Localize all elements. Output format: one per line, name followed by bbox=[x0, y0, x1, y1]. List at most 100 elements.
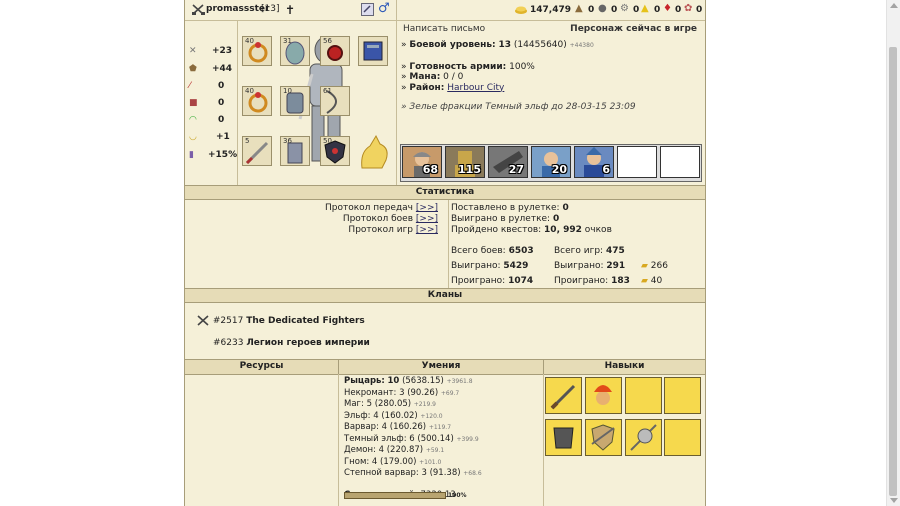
equip-slot-boots[interactable]: 36 bbox=[280, 136, 310, 166]
stat-morale: ◡ +1 bbox=[189, 132, 230, 142]
game-gold-stats: ▰ 266 ▰ 40 bbox=[641, 261, 668, 286]
ability-steppe-barbarian: Степной варвар: 3 (91.38) +68.6 bbox=[344, 468, 482, 478]
skill-empty-2[interactable] bbox=[664, 377, 701, 414]
ore-icon: ● bbox=[598, 3, 607, 14]
skill-sword[interactable] bbox=[545, 377, 582, 414]
sulfur-amount: 0 bbox=[654, 5, 661, 15]
clan-item[interactable]: #2517 The Dedicated Fighters bbox=[197, 315, 365, 326]
equip-slot-ring2[interactable]: 40 bbox=[242, 86, 272, 116]
skill-armor[interactable] bbox=[545, 419, 582, 456]
crystal-icon: ♦ bbox=[663, 3, 672, 14]
game-stats: Всего игр: 475 Выиграно: 291 Проиграно: … bbox=[554, 246, 630, 286]
shield-icon: ⬟ bbox=[189, 64, 197, 74]
skill-shield[interactable] bbox=[585, 419, 622, 456]
skill-lance[interactable] bbox=[625, 419, 662, 456]
stat-knowledge: ■ 0 bbox=[189, 98, 225, 108]
character-panel: promassster [13] ✝ ♂ 147,479 ▲ 0 ● 0 ⚙ 0… bbox=[184, 0, 706, 506]
skill-empty-1[interactable] bbox=[625, 377, 662, 414]
top-bar: promassster [13] ✝ ♂ 147,479 ▲ 0 ● 0 ⚙ 0… bbox=[185, 0, 705, 185]
stats-column: ✕ +23 ⬟ +44 ⁄ 0 ■ 0 ◠ 0 ◡ +1 ▮ +15% bbox=[185, 20, 238, 185]
ability-necromancer: Некромант: 3 (90.26) +69.7 bbox=[344, 387, 460, 398]
army-unit-4[interactable]: 20 bbox=[531, 146, 571, 178]
equip-slot-bow[interactable]: 61 bbox=[320, 86, 350, 116]
wand-icon: ⁄ bbox=[189, 81, 191, 91]
mercury-icon: ⚙ bbox=[620, 3, 629, 14]
player-name[interactable]: promassster bbox=[206, 4, 269, 14]
skill-empty-3[interactable] bbox=[664, 419, 701, 456]
scrollbar-thumb[interactable] bbox=[889, 47, 897, 496]
equip-slot-horse[interactable] bbox=[356, 132, 392, 172]
gems-amount: 0 bbox=[696, 5, 703, 15]
ability-demon: Демон: 4 (220.87) +59.1 bbox=[344, 445, 445, 455]
battle-stats: Всего боев: 6503 Выиграно: 5429 Проигран… bbox=[451, 246, 534, 286]
gold-icon: ▰ bbox=[641, 276, 648, 286]
male-icon: ♂ bbox=[378, 1, 390, 16]
ability-progress-label: 100% bbox=[448, 492, 467, 499]
skills-header: Навыки bbox=[604, 361, 645, 371]
stat-defense: ⬟ +44 bbox=[189, 64, 233, 74]
equip-slot-armor[interactable]: 10 bbox=[280, 86, 310, 116]
ability-dark-elf: Темный эльф: 6 (500.14) +399.9 bbox=[344, 433, 479, 444]
district-link[interactable]: Harbour City bbox=[447, 83, 504, 93]
army-unit-2[interactable]: 115 bbox=[445, 146, 485, 178]
equipment-area: 40 31 56 40 10 61 5 36 50 bbox=[238, 20, 395, 185]
scroll-up-icon[interactable] bbox=[890, 3, 898, 8]
abilities-list: Рыцарь: 10 (5638.15) +3961.8 Некромант: … bbox=[344, 376, 482, 500]
stat-luck: ◠ 0 bbox=[189, 115, 225, 125]
game-log-link[interactable]: [>>] bbox=[416, 225, 438, 235]
gems-icon: ✿ bbox=[684, 3, 693, 14]
cross-icon: ✝ bbox=[285, 3, 296, 17]
crystal-amount: 0 bbox=[675, 5, 682, 15]
online-status: Персонаж сейчас в игре bbox=[570, 24, 697, 34]
gold-icon: ▰ bbox=[641, 261, 648, 271]
ability-elf: Эльф: 4 (160.02) +120.0 bbox=[344, 410, 443, 421]
rainbow-icon: ◠ bbox=[189, 115, 197, 125]
equip-slot-helmet[interactable]: 31 bbox=[280, 36, 310, 66]
equip-slot-shield[interactable]: 50 bbox=[320, 136, 350, 166]
potion-icon: ▮ bbox=[189, 150, 194, 160]
army-unit-5[interactable]: 6 bbox=[574, 146, 614, 178]
sulfur-icon: ▲ bbox=[641, 3, 649, 14]
equip-slot-ring[interactable]: 40 bbox=[242, 36, 272, 66]
skill-fire[interactable] bbox=[585, 377, 622, 414]
book-icon: ■ bbox=[189, 98, 198, 108]
army-unit-3[interactable]: 27 bbox=[488, 146, 528, 178]
character-info: » Боевой уровень: 13 (14455640) +44380 »… bbox=[401, 40, 636, 112]
army-unit-empty-1[interactable] bbox=[617, 146, 657, 178]
clan-item[interactable]: #6233 Легион героев империи bbox=[213, 338, 370, 348]
crossed-swords-icon bbox=[197, 315, 209, 326]
wood-amount: 0 bbox=[588, 5, 595, 15]
sword-icon: ✕ bbox=[189, 46, 197, 56]
clans-section: #2517 The Dedicated Fighters #6233 Легио… bbox=[185, 303, 705, 359]
equip-slot-weapon[interactable]: 5 bbox=[242, 136, 272, 166]
horseshoe-icon: ◡ bbox=[189, 132, 197, 142]
statistics-section: Протокол передач [>>] Протокол боев [>>]… bbox=[185, 200, 705, 288]
army-unit-empty-2[interactable] bbox=[660, 146, 700, 178]
crossed-swords-icon bbox=[192, 4, 205, 15]
equip-slot-book[interactable] bbox=[358, 36, 388, 66]
write-letter-link[interactable]: Написать письмо bbox=[403, 24, 485, 34]
stat-spellpower: ⁄ 0 bbox=[189, 81, 225, 91]
battle-log-link[interactable]: [>>] bbox=[416, 214, 438, 224]
page-scrollbar[interactable] bbox=[886, 0, 900, 506]
roulette-stats: Поставлено в рулетке: 0 Выиграно в рулет… bbox=[451, 203, 612, 235]
equip-slot-amulet[interactable]: 56 bbox=[320, 36, 350, 66]
skills-grid bbox=[545, 377, 705, 459]
info-panel: Написать письмо Персонаж сейчас в игре »… bbox=[396, 20, 705, 185]
ability-dwarf: Гном: 4 (179.00) +101.0 bbox=[344, 456, 442, 467]
ability-mage: Маг: 5 (280.05) +219.9 bbox=[344, 399, 436, 409]
protocols: Протокол передач [>>] Протокол боев [>>]… bbox=[324, 203, 438, 235]
abilities-header: Умения bbox=[421, 361, 461, 371]
stat-initiative: ▮ +15% bbox=[189, 150, 238, 160]
wood-icon: ▲ bbox=[575, 3, 583, 14]
clans-header: Кланы bbox=[185, 288, 705, 303]
army-unit-1[interactable]: 68 bbox=[402, 146, 442, 178]
note-icon[interactable] bbox=[361, 3, 374, 16]
player-level: [13] bbox=[261, 4, 280, 14]
ability-barbarian: Варвар: 4 (160.26) +119.7 bbox=[344, 422, 452, 432]
transfer-log-link[interactable]: [>>] bbox=[416, 203, 438, 213]
scroll-down-icon[interactable] bbox=[890, 498, 898, 503]
gold-amount: 147,479 bbox=[530, 5, 571, 15]
ability-progress-bar bbox=[344, 492, 446, 499]
statistics-header: Статистика bbox=[185, 185, 705, 200]
